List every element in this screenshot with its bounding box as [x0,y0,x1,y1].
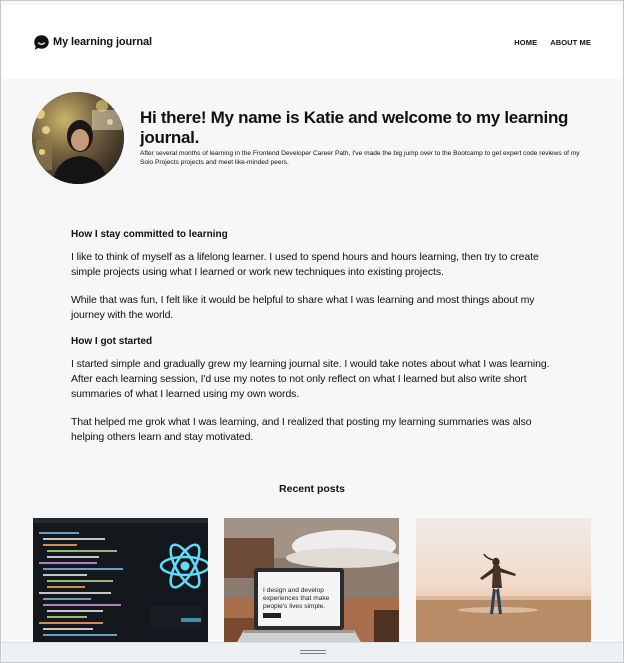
hero-section: Hi there! My name is Katie and welcome t… [32,92,592,184]
recent-posts-heading: Recent posts [279,483,345,495]
section-heading-started: How I got started [71,336,153,347]
nav-about-link[interactable]: ABOUT ME [550,38,591,47]
laptop-on-desk-image: I design and develop experiences that ma… [224,518,399,644]
article-paragraph: I like to think of myself as a lifelong … [71,251,539,278]
avatar [32,92,124,184]
recent-post-card[interactable] [33,518,208,644]
site-header: My learning journal HOME ABOUT ME [2,5,622,79]
article-body: How I stay committed to learning I like … [71,229,551,458]
recent-post-card[interactable] [416,518,591,644]
article-paragraph: That helped me grok what I was learning,… [71,416,532,443]
browser-frame: My learning journal HOME ABOUT ME Hi the… [0,0,624,663]
article-paragraph: I started simple and gradually grew my l… [71,358,550,400]
laptop-screen-text: people's lives simple. [263,603,325,610]
laptop-screen-text: I design and develop [263,587,324,594]
code-editor-image [33,518,208,644]
article-paragraph: While that was fun, I felt like it would… [71,294,535,321]
hero-heading: Hi there! My name is Katie and welcome t… [140,108,569,147]
laptop-screen-text: experiences that make [263,595,330,602]
recent-post-card[interactable]: I design and develop experiences that ma… [224,518,399,644]
bottom-drag-bar[interactable] [2,642,622,662]
resize-handle-icon[interactable] [300,650,326,655]
brand[interactable]: My learning journal [33,34,152,51]
site-title: My learning journal [53,36,152,48]
person-on-beach-image [416,518,591,644]
hero-intro-text: After several months of learning in the … [140,150,580,166]
main-nav: HOME ABOUT ME [514,38,591,47]
chat-bubble-icon [34,34,49,50]
avatar-photo [32,92,124,184]
nav-home-link[interactable]: HOME [514,38,537,47]
section-heading-commitment: How I stay committed to learning [71,229,228,240]
